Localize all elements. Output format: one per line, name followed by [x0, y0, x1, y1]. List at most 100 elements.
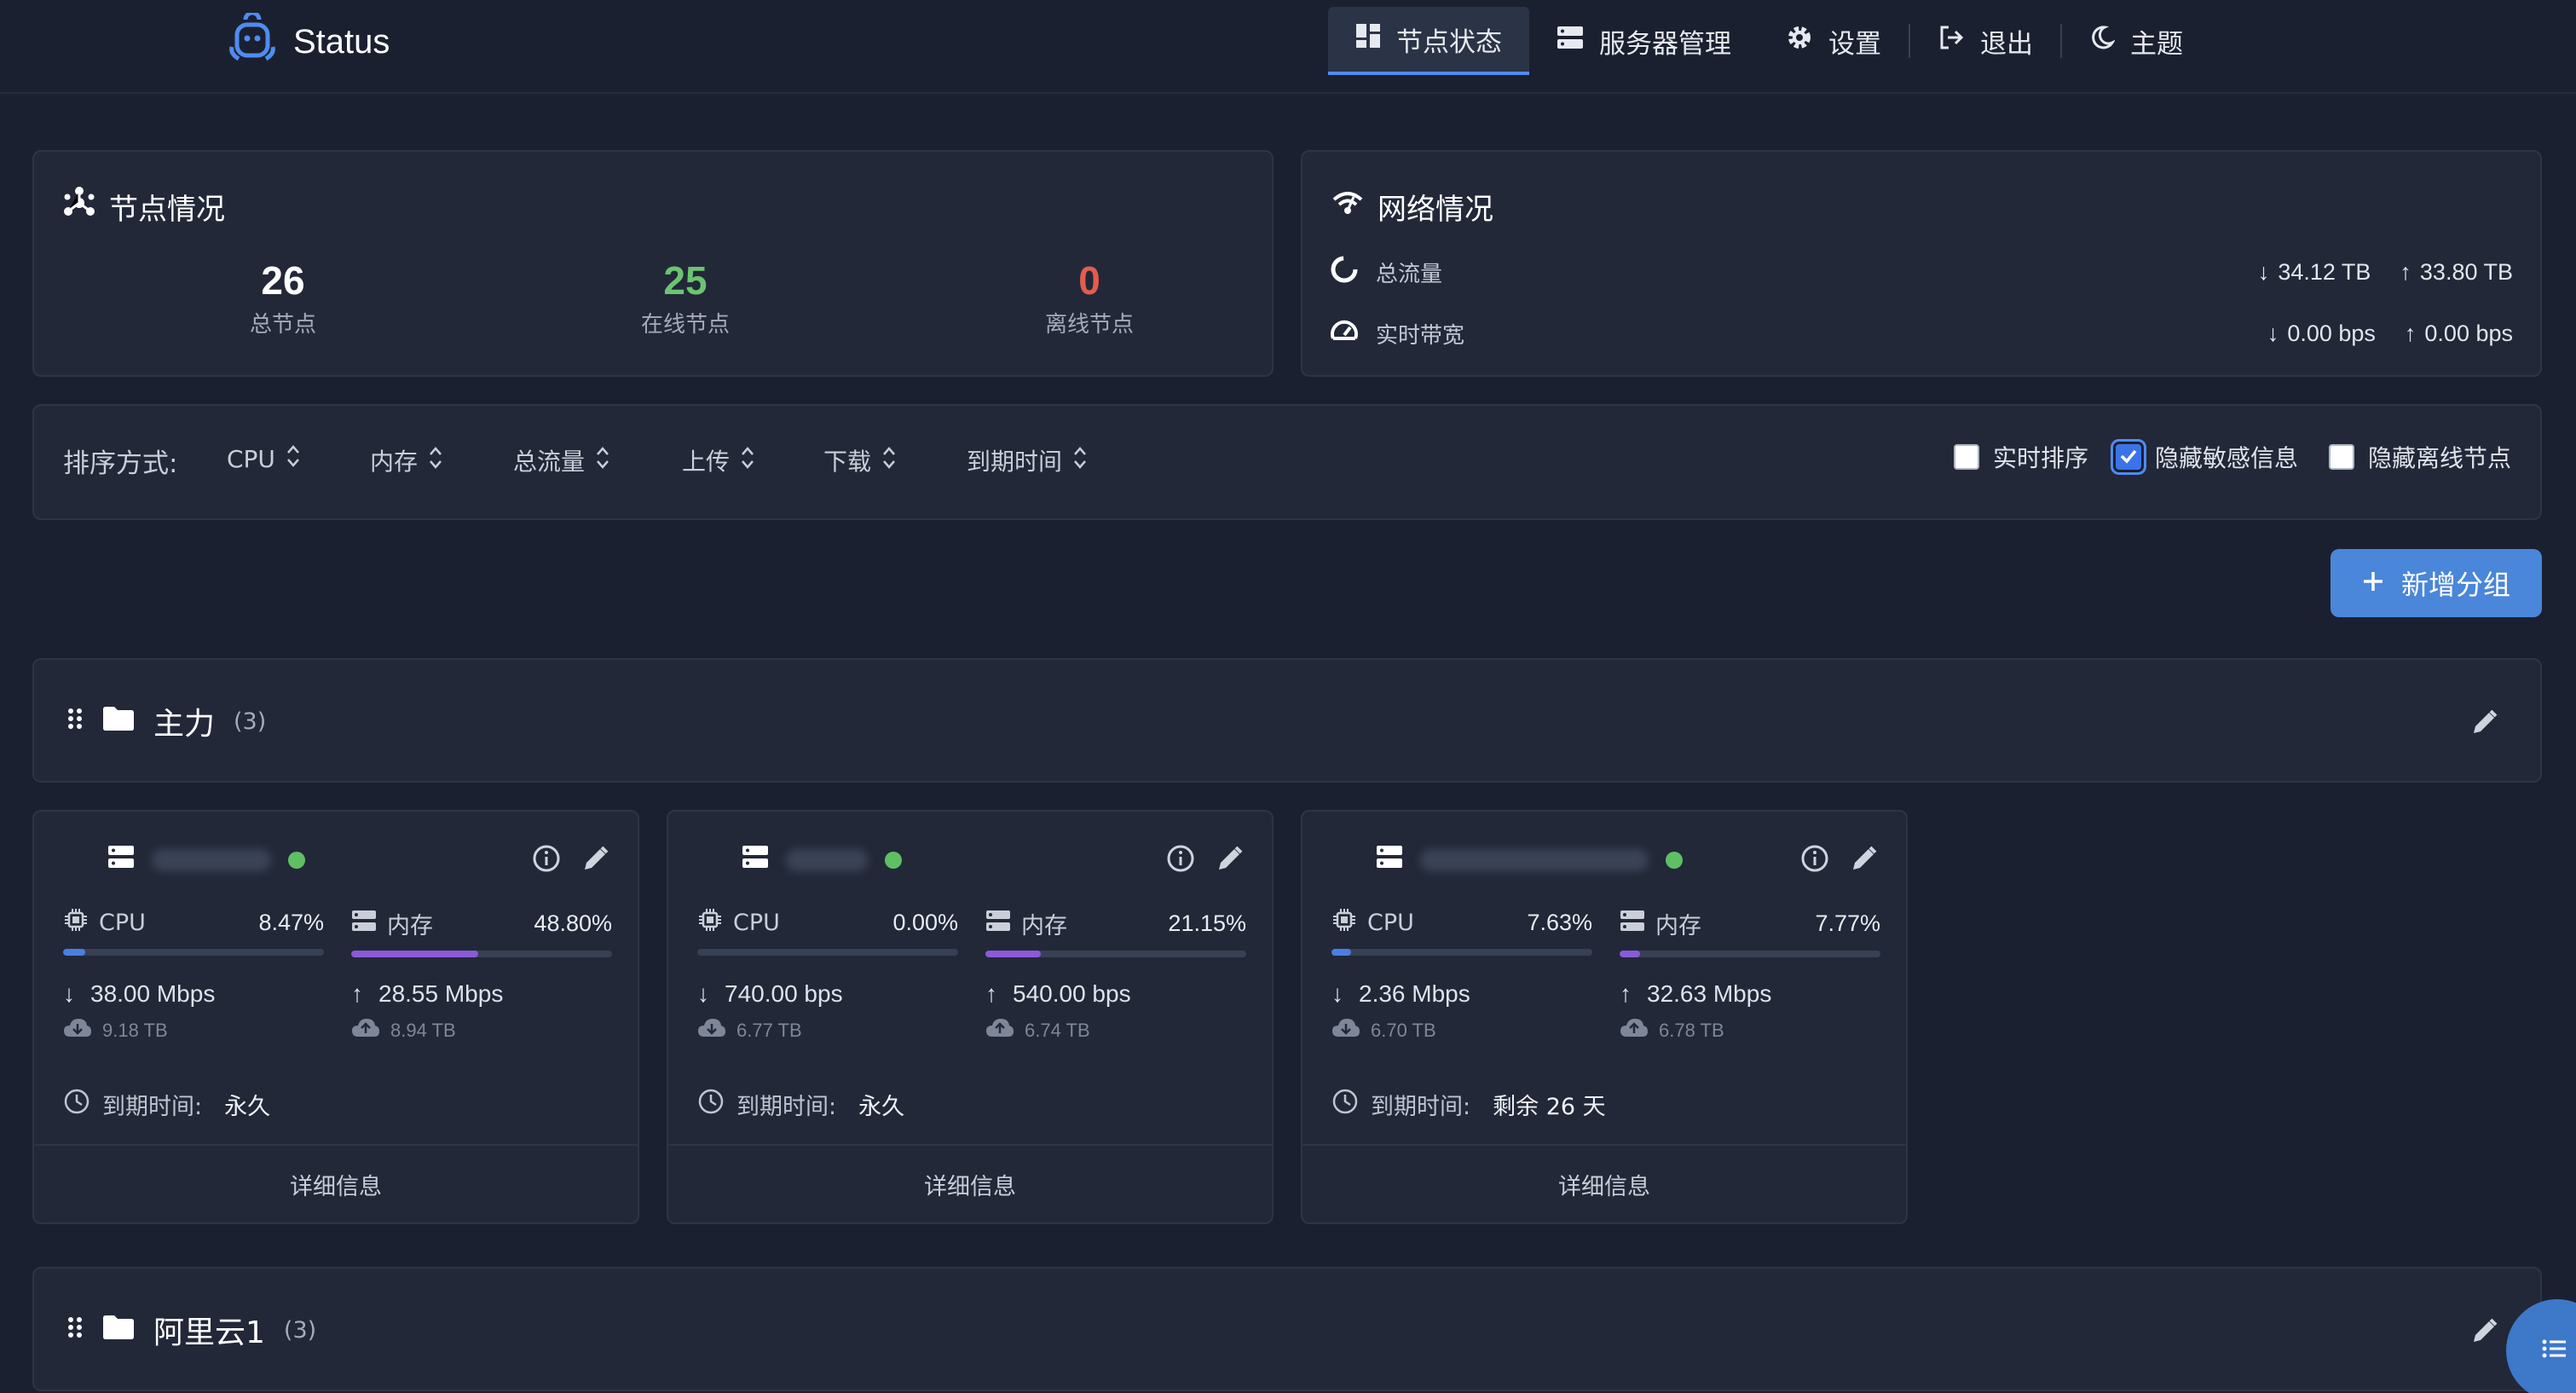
sort-option-label: 内存: [370, 448, 419, 476]
checkbox-box-checked[interactable]: [2116, 444, 2141, 470]
sort-total-traffic[interactable]: 总流量: [513, 443, 610, 477]
stat-label: 离线节点: [1044, 312, 1134, 338]
info-icon[interactable]: [1800, 844, 1829, 879]
memory-metric: 内存 48.80%: [351, 907, 612, 957]
info-icon[interactable]: [532, 844, 561, 879]
main-nav: 节点状态 服务器管理 设置 退出 主题: [1328, 7, 2210, 75]
edit-pencil-icon[interactable]: [1216, 844, 1245, 879]
clock-icon: [63, 1088, 90, 1121]
sort-label: 排序方式:: [63, 448, 178, 479]
upload-speed: ↑ 32.63 Mbps 6.78 TB: [1620, 980, 1892, 1043]
sort-icon: [881, 445, 897, 477]
stat-total-nodes: 26 总节点: [155, 257, 411, 338]
memory-metric: 内存 7.77%: [1620, 907, 1880, 957]
bandwidth-row: 实时带宽 ↓ 0.00 bps ↑ 0.00 bps: [1330, 314, 2513, 353]
cpu-chip-icon: [1331, 907, 1357, 939]
sort-upload[interactable]: 上传: [682, 443, 755, 477]
server-name-hidden: [1420, 848, 1649, 871]
cloud-download-icon: [697, 1018, 726, 1043]
group-name: 主力: [153, 707, 216, 742]
nav-settings[interactable]: 设置: [1759, 7, 1909, 75]
checkbox-box[interactable]: [1954, 444, 1979, 470]
stat-online-nodes: 25 在线节点: [557, 257, 813, 338]
server-icon: [1557, 25, 1584, 57]
server-icon: [107, 844, 135, 876]
details-button[interactable]: 详细信息: [668, 1144, 1272, 1222]
server-card: CPU 8.47% 内存 48.80% ↓ 38.00 Mbps 9.18 TB ↑ 2…: [32, 810, 639, 1224]
edit-group-pencil-icon[interactable]: [2470, 708, 2499, 743]
sort-memory[interactable]: 内存: [370, 443, 443, 477]
edit-group-pencil-icon[interactable]: [2470, 1316, 2499, 1351]
arrow-up-icon: ↑: [1620, 980, 1632, 1007]
server-card: CPU 7.63% 内存 7.77% ↓ 2.36 Mbps 6.70 TB ↑ 32.…: [1301, 810, 1908, 1224]
memory-value: 21.15%: [1168, 910, 1246, 936]
hide-offline-checkbox[interactable]: 隐藏离线节点: [2329, 440, 2511, 474]
speedometer-icon: [1330, 316, 1359, 351]
cloud-download-icon: [1331, 1018, 1360, 1043]
memory-value: 7.77%: [1815, 910, 1880, 936]
cpu-label: CPU: [1367, 910, 1414, 936]
server-icon: [742, 844, 769, 876]
stat-value: 25: [663, 258, 708, 303]
network-summary-panel: 网络情况 总流量 ↓ 34.12 TB ↑ 33.80 TB 实时带宽 ↓ 0.…: [1301, 150, 2542, 377]
stat-value: 0: [1078, 258, 1100, 303]
edit-pencil-icon[interactable]: [1850, 844, 1879, 879]
upload-speed-value: 540.00 bps: [1013, 980, 1131, 1007]
memory-label: 内存: [387, 913, 433, 939]
traffic-up: ↑ 33.80 TB: [2400, 259, 2513, 286]
node-summary-panel: 节点情况 26 总节点 25 在线节点 0 离线节点: [32, 150, 1274, 377]
sort-download[interactable]: 下载: [823, 443, 897, 477]
sort-icon: [286, 443, 301, 475]
download-speed-value: 2.36 Mbps: [1359, 980, 1470, 1007]
group-name: 阿里云1: [153, 1315, 265, 1350]
sort-option-label: CPU: [227, 445, 275, 473]
drag-handle-icon[interactable]: [66, 1315, 84, 1346]
cpu-chip-icon: [697, 907, 723, 939]
panel-title-text: 网络情况: [1378, 193, 1493, 227]
memory-progress-fill: [1620, 951, 1640, 957]
realtime-sort-checkbox[interactable]: 实时排序: [1954, 440, 2088, 474]
brand[interactable]: Status: [228, 10, 390, 72]
group-header-main: 主力 (3): [32, 658, 2542, 783]
info-icon[interactable]: [1166, 844, 1195, 879]
edit-pencil-icon[interactable]: [581, 844, 610, 879]
upload-speed-value: 32.63 Mbps: [1647, 980, 1772, 1007]
online-status-dot: [288, 851, 305, 869]
online-status-dot: [885, 851, 902, 869]
sort-option-label: 到期时间: [967, 448, 1063, 476]
arrow-down-icon: ↓: [697, 980, 709, 1007]
folder-icon: [102, 1315, 135, 1346]
upload-total-value: 6.78 TB: [1659, 1020, 1724, 1041]
memory-progress-bar: [351, 951, 612, 957]
checkbox-box[interactable]: [2329, 444, 2354, 470]
cpu-chip-icon: [63, 907, 89, 939]
hide-sensitive-checkbox[interactable]: 隐藏敏感信息: [2116, 440, 2298, 474]
bandwidth-down: ↓ 0.00 bps: [2267, 321, 2376, 347]
memory-progress-bar: [1620, 951, 1880, 957]
clock-icon: [1331, 1088, 1359, 1121]
nav-theme[interactable]: 主题: [2062, 7, 2210, 75]
check-icon: [2119, 443, 2138, 471]
nav-node-status[interactable]: 节点状态: [1328, 7, 1529, 75]
details-button[interactable]: 详细信息: [34, 1144, 638, 1222]
download-speed: ↓ 38.00 Mbps 9.18 TB: [63, 980, 336, 1043]
sort-cpu[interactable]: CPU: [227, 443, 301, 475]
sort-expire-time[interactable]: 到期时间: [967, 443, 1088, 477]
moon-icon: [2089, 25, 2116, 57]
nav-label: 节点状态: [1396, 26, 1502, 58]
cpu-progress-bar: [63, 949, 324, 956]
panel-title-text: 节点情况: [109, 193, 225, 227]
arrow-down-icon: ↓: [63, 980, 75, 1007]
sort-icon: [428, 445, 443, 477]
drag-handle-icon[interactable]: [66, 706, 84, 737]
sort-icon: [595, 445, 610, 477]
add-group-button[interactable]: 新增分组: [2331, 549, 2542, 617]
details-button[interactable]: 详细信息: [1302, 1144, 1906, 1222]
nav-logout[interactable]: 退出: [1910, 7, 2060, 75]
cpu-value: 0.00%: [892, 910, 958, 935]
nav-server-management[interactable]: 服务器管理: [1529, 7, 1759, 75]
traffic-label: 总流量: [1376, 261, 1443, 287]
bandwidth-label: 实时带宽: [1376, 322, 1465, 349]
cpu-value: 7.63%: [1527, 910, 1592, 935]
cpu-label: CPU: [99, 910, 146, 936]
